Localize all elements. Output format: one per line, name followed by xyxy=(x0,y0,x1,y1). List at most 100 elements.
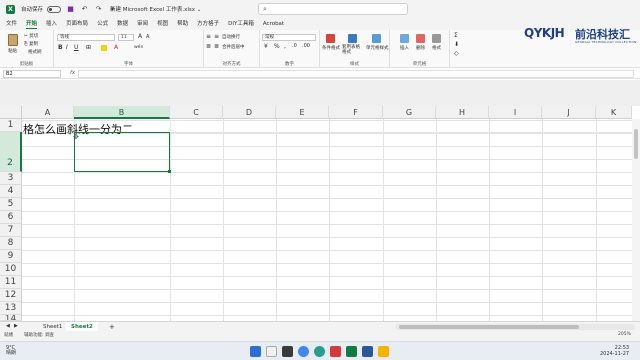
align-left-icon[interactable]: ≣ xyxy=(206,43,211,50)
row-header-9[interactable]: 9 xyxy=(0,250,22,263)
cell-styles-icon[interactable] xyxy=(372,34,381,43)
row-header-7[interactable]: 7 xyxy=(0,224,22,237)
column-header-f[interactable]: F xyxy=(329,106,383,119)
wrap-text-button[interactable]: 自动换行 xyxy=(222,34,240,40)
fill-icon[interactable]: ⬇ xyxy=(454,41,459,48)
delete-cells-button[interactable]: 删除 xyxy=(416,45,425,51)
phonetic-button[interactable]: wén xyxy=(134,45,143,50)
tab-help[interactable]: 帮助 xyxy=(177,18,188,30)
formula-input[interactable] xyxy=(78,70,634,78)
row-header-3[interactable]: 3 xyxy=(0,172,22,185)
prev-sheet-icon[interactable]: ◀ xyxy=(6,323,10,329)
column-header-e[interactable]: E xyxy=(276,106,329,119)
format-cells-icon[interactable] xyxy=(432,34,441,43)
document-title[interactable]: 新建 Microsoft Excel 工作表.xlsx ⌄ xyxy=(110,5,201,13)
comma-icon[interactable]: , xyxy=(284,43,286,50)
bold-button[interactable]: B xyxy=(58,44,63,51)
search-box[interactable]: ⌕ xyxy=(258,3,408,15)
tab-review[interactable]: 审阅 xyxy=(137,18,148,30)
align-top-icon[interactable]: ≡ xyxy=(206,33,211,40)
italic-button[interactable]: I xyxy=(66,44,68,51)
fill-color-icon[interactable] xyxy=(101,45,107,51)
task-view-icon[interactable] xyxy=(282,346,293,357)
tab-home[interactable]: 开始 xyxy=(26,18,38,30)
taskbar-clock[interactable]: 22:53 2024-11-27 xyxy=(600,345,629,357)
chrome-icon[interactable] xyxy=(298,346,309,357)
row-header-4[interactable]: 4 xyxy=(0,185,22,198)
row-header-5[interactable]: 5 xyxy=(0,198,22,211)
accessibility-status[interactable]: 辅助功能: 调查 xyxy=(24,332,54,338)
conditional-format-button[interactable]: 条件格式 xyxy=(322,45,340,51)
folder-taskbar-icon[interactable] xyxy=(378,346,389,357)
merge-center-button[interactable]: 合并后居中 xyxy=(222,44,245,50)
weather-widget[interactable]: 9°C 晴朗 xyxy=(6,346,16,356)
align-middle-icon[interactable]: ≡ xyxy=(214,33,219,40)
start-icon[interactable] xyxy=(250,346,261,357)
tab-insert[interactable]: 插入 xyxy=(46,18,57,30)
save-icon[interactable]: ■ xyxy=(66,5,75,14)
paste-button[interactable]: 粘贴 xyxy=(8,48,17,54)
increase-decimal-icon[interactable]: .0 xyxy=(292,43,297,49)
decrease-decimal-icon[interactable]: .00 xyxy=(302,43,310,49)
row-header-12[interactable]: 12 xyxy=(0,289,22,302)
conditional-format-icon[interactable] xyxy=(326,34,335,43)
clear-icon[interactable]: ◇ xyxy=(454,50,459,57)
column-header-g[interactable]: G xyxy=(383,106,436,119)
column-header-c[interactable]: C xyxy=(170,106,223,119)
tab-acrobat[interactable]: Acrobat xyxy=(263,18,284,30)
select-all-corner[interactable] xyxy=(0,106,22,119)
format-as-table-icon[interactable] xyxy=(348,34,357,43)
tab-diy-toolbox[interactable]: DIY工具箱 xyxy=(228,18,254,30)
row-header-1[interactable]: 1 xyxy=(0,119,22,132)
cut-button[interactable]: ✂ 剪切 xyxy=(24,33,38,39)
font-size-select[interactable]: 11 xyxy=(118,34,134,41)
tab-fangfang[interactable]: 方方格子 xyxy=(197,18,219,30)
format-as-table-button[interactable]: 套用表格格式 xyxy=(342,45,362,55)
edge-icon[interactable] xyxy=(314,346,325,357)
increase-font-icon[interactable]: A xyxy=(138,33,142,40)
vertical-scrollbar[interactable] xyxy=(632,119,640,321)
format-painter-button[interactable]: 格式刷 xyxy=(28,49,42,55)
decrease-font-icon[interactable]: A xyxy=(146,34,149,40)
align-center-icon[interactable]: ≣ xyxy=(214,43,219,50)
undo-icon[interactable]: ↶ xyxy=(80,5,89,14)
borders-icon[interactable]: ⊞ xyxy=(86,44,91,51)
row-header-13[interactable]: 13 xyxy=(0,302,22,315)
delete-cells-icon[interactable] xyxy=(416,34,425,43)
format-cells-button[interactable]: 格式 xyxy=(432,45,441,51)
column-header-j[interactable]: J xyxy=(542,106,596,119)
column-header-i[interactable]: I xyxy=(489,106,542,119)
word-taskbar-icon[interactable] xyxy=(362,346,373,357)
vertical-scroll-thumb[interactable] xyxy=(634,129,638,159)
selected-cell-b2[interactable] xyxy=(74,132,171,173)
row-header-10[interactable]: 10 xyxy=(0,263,22,276)
tab-formulas[interactable]: 公式 xyxy=(97,18,108,30)
tab-page-layout[interactable]: 页面布局 xyxy=(66,18,88,30)
percent-icon[interactable]: % xyxy=(274,43,280,50)
row-header-6[interactable]: 6 xyxy=(0,211,22,224)
column-header-b[interactable]: B xyxy=(74,106,170,119)
function-icon[interactable]: fx xyxy=(70,70,75,76)
autosave-toggle[interactable] xyxy=(47,5,62,13)
name-box[interactable]: B2 xyxy=(3,70,61,78)
autosum-icon[interactable]: Σ xyxy=(454,32,458,39)
search-taskbar-icon[interactable] xyxy=(266,346,277,357)
number-format-select[interactable]: 常规 xyxy=(262,34,316,41)
cell-styles-button[interactable]: 单元格样式 xyxy=(366,45,389,51)
insert-cells-icon[interactable] xyxy=(400,34,409,43)
paste-icon[interactable] xyxy=(8,34,18,46)
tab-view[interactable]: 视图 xyxy=(157,18,168,30)
next-sheet-icon[interactable]: ▶ xyxy=(14,323,18,329)
row-header-11[interactable]: 11 xyxy=(0,276,22,289)
excel-taskbar-icon[interactable] xyxy=(346,346,357,357)
tab-data[interactable]: 数据 xyxy=(117,18,128,30)
row-header-2[interactable]: 2 xyxy=(0,132,22,172)
recorder-icon[interactable] xyxy=(330,346,341,357)
column-header-k[interactable]: K xyxy=(596,106,632,119)
redo-icon[interactable]: ↷ xyxy=(94,5,103,14)
currency-icon[interactable]: ¥ xyxy=(264,43,268,50)
font-name-select[interactable]: 等线 xyxy=(57,34,115,41)
horizontal-scrollbar[interactable] xyxy=(395,324,635,330)
tab-file[interactable]: 文件 xyxy=(6,18,17,30)
zoom-level[interactable]: 205% xyxy=(618,332,631,337)
